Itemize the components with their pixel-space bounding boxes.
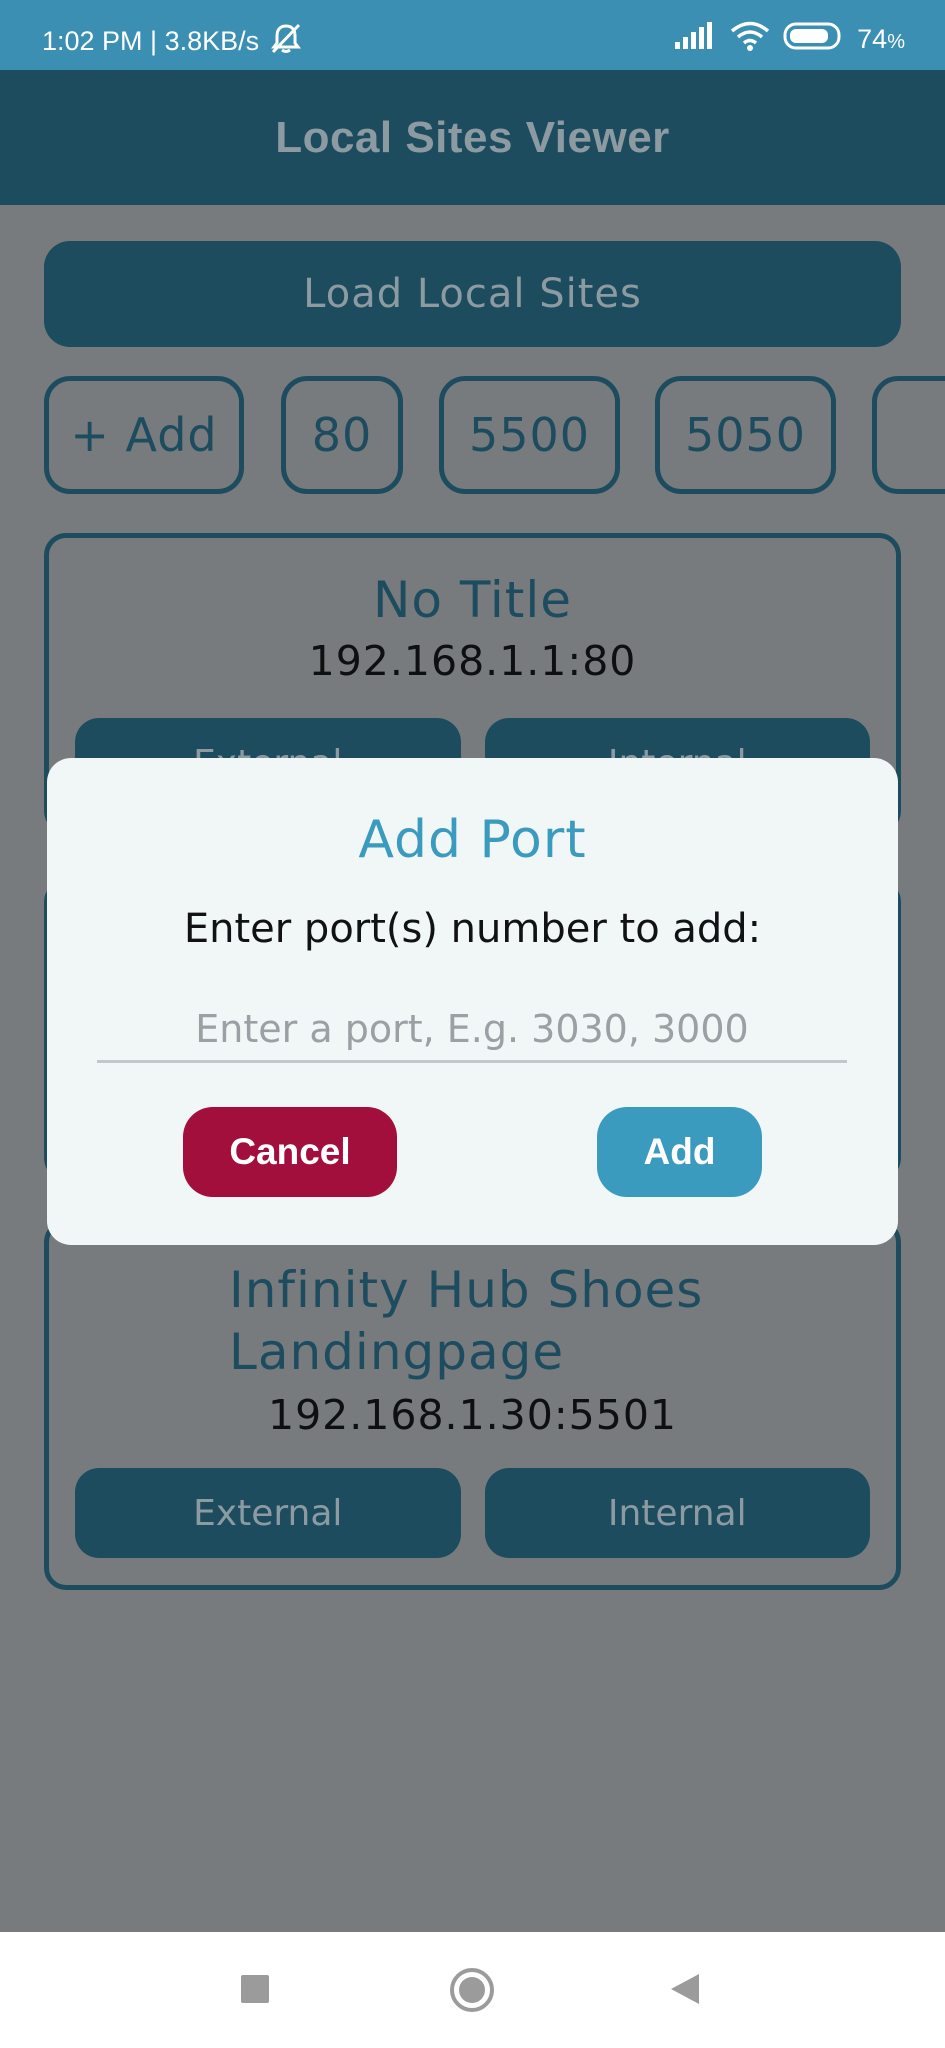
add-port-chip[interactable]: + Add [44, 376, 244, 494]
port-chip-partial[interactable] [872, 376, 945, 494]
site-card: Infinity Hub Shoes Landingpage 192.168.1… [44, 1220, 901, 1590]
load-local-sites-button[interactable]: Load Local Sites [44, 241, 901, 347]
recents-square-icon[interactable] [240, 1974, 270, 2008]
status-time-speed: 1:02 PM | 3.8KB/s [42, 26, 260, 56]
app-title: Local Sites Viewer [275, 112, 670, 162]
site-title: No Title [372, 571, 573, 629]
battery-icon [783, 21, 845, 58]
port-chip-80[interactable]: 80 [281, 376, 403, 494]
status-bar: 1:02 PM | 3.8KB/s 74% [0, 0, 945, 70]
mute-icon [269, 22, 303, 61]
dialog-title: Add Port [358, 810, 587, 870]
site-address: 192.168.1.1:80 [308, 637, 637, 685]
port-input[interactable] [97, 998, 847, 1063]
navigation-bar [0, 1932, 945, 2048]
external-button[interactable]: External [75, 1468, 461, 1558]
internal-button[interactable]: Internal [484, 1468, 870, 1558]
add-port-dialog: Add Port Enter port(s) number to add: Ca… [47, 758, 898, 1245]
site-address: 192.168.1.30:5501 [267, 1391, 678, 1439]
port-chip-5500[interactable]: 5500 [439, 376, 620, 494]
battery-percent: 74% [857, 24, 905, 54]
port-chip-5050[interactable]: 5050 [655, 376, 836, 494]
wifi-icon [729, 20, 771, 59]
back-triangle-icon[interactable] [668, 1972, 702, 2010]
home-circle-icon[interactable] [449, 1967, 495, 2017]
app-bar: Local Sites Viewer [0, 70, 945, 205]
dialog-message: Enter port(s) number to add: [183, 906, 762, 952]
signal-icon [673, 22, 717, 57]
add-button[interactable]: Add [597, 1107, 762, 1197]
cancel-button[interactable]: Cancel [183, 1107, 397, 1197]
site-title: Infinity Hub Shoes Landingpage [229, 1261, 704, 1381]
